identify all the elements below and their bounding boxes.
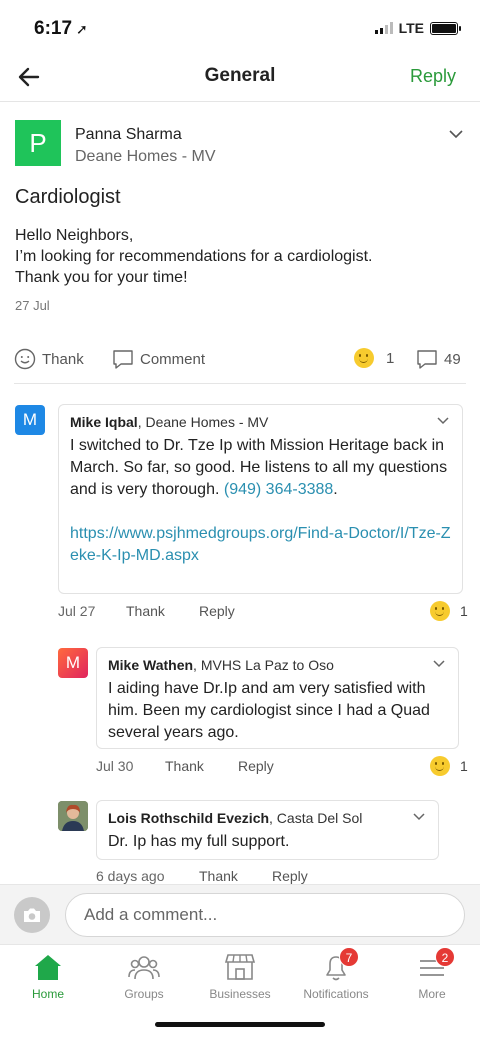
comment-bubble: Mike Iqbal, Deane Homes - MV I switched …	[58, 404, 463, 594]
comment-reaction-count: 1	[460, 758, 468, 774]
groups-icon	[127, 951, 161, 983]
smiley-reaction-icon	[354, 348, 374, 368]
comment-author-neighborhood: , Casta Del Sol	[269, 810, 363, 826]
status-bar: 6:17 ➚ LTE	[0, 0, 480, 56]
reply-button[interactable]: Reply	[410, 66, 456, 87]
comment-reply-button[interactable]: Reply	[199, 603, 235, 619]
commenter-avatar[interactable]: M	[58, 648, 88, 678]
person-photo-icon	[58, 801, 88, 831]
comment-author-neighborhood: , Deane Homes - MV	[137, 414, 269, 430]
commenter-avatar-photo[interactable]	[58, 801, 88, 831]
comment-reply-button[interactable]: Reply	[272, 868, 308, 884]
post-title: Cardiologist	[15, 186, 121, 208]
post-actions: Thank Comment 1 49	[14, 342, 466, 384]
chevron-down-icon[interactable]	[432, 657, 446, 671]
comment-count-value: 49	[444, 350, 461, 368]
comment-meta: Jul 27 Thank Reply	[58, 603, 235, 619]
battery-icon	[430, 21, 461, 35]
tab-label: More	[418, 987, 446, 1001]
thank-button[interactable]: Thank	[14, 348, 84, 370]
comment-text: Dr. Ip has my full support.	[108, 833, 290, 850]
comment-author-line: Lois Rothschild Evezich, Casta Del Sol	[108, 809, 427, 827]
post-body: Hello Neighbors, I’m looking for recomme…	[15, 227, 373, 286]
chevron-down-icon[interactable]	[448, 126, 464, 142]
comment-author-name[interactable]: Lois Rothschild Evezich	[108, 810, 269, 826]
status-time: 6:17 ➚	[34, 18, 88, 40]
tab-more[interactable]: 2 More	[384, 947, 480, 1001]
comment-author-name[interactable]: Mike Wathen	[108, 657, 193, 673]
smiley-outline-icon	[14, 348, 36, 370]
comment-composer	[0, 884, 480, 944]
chevron-down-icon[interactable]	[412, 810, 426, 824]
bell-icon: 7	[319, 947, 359, 983]
comment-reactions[interactable]: 1	[430, 756, 468, 776]
comment-bubble: Mike Wathen, MVHS La Paz to Oso I aiding…	[96, 647, 459, 749]
smiley-reaction-icon	[430, 601, 450, 621]
page-title: General	[204, 65, 276, 86]
tab-home[interactable]: Home	[0, 951, 96, 1001]
tab-notifications[interactable]: 7 Notifications	[288, 947, 384, 1001]
comment-author-neighborhood: , MVHS La Paz to Oso	[193, 657, 334, 673]
comment-meta: Jul 30 Thank Reply	[96, 758, 274, 774]
more-badge: 2	[435, 947, 455, 967]
comment-thank-button[interactable]: Thank	[165, 758, 238, 774]
phone-link[interactable]: (949) 364-3388	[224, 481, 333, 498]
reaction-summary[interactable]: 1	[354, 348, 394, 368]
comment-bubble-icon	[113, 350, 133, 369]
tab-groups[interactable]: Groups	[96, 951, 192, 1001]
commenter-avatar[interactable]: M	[15, 405, 45, 435]
tab-businesses[interactable]: Businesses	[192, 951, 288, 1001]
post-date: 27 Jul	[15, 298, 50, 313]
comment-button[interactable]: Comment	[112, 348, 205, 370]
thank-label: Thank	[42, 350, 84, 368]
storefront-icon	[223, 951, 257, 983]
comment-bubble-icon	[417, 350, 437, 369]
comment-date: Jul 27	[58, 603, 96, 619]
network-label: LTE	[398, 20, 424, 36]
post-author-neighborhood: Deane Homes - MV	[75, 148, 216, 165]
comment-date: 6 days ago	[96, 868, 165, 884]
comment-text: I aiding have Dr.Ip and am very satisfie…	[108, 680, 430, 741]
comment-reactions[interactable]: 1	[430, 601, 468, 621]
camera-icon[interactable]	[14, 897, 50, 933]
location-arrow-icon: ➚	[76, 21, 88, 37]
home-indicator	[155, 1022, 325, 1027]
chevron-down-icon[interactable]	[436, 414, 450, 428]
tab-label: Groups	[124, 987, 164, 1001]
comment-reaction-count: 1	[460, 603, 468, 619]
comment-bubble: Lois Rothschild Evezich, Casta Del Sol D…	[96, 800, 439, 860]
comment-count[interactable]: 49	[416, 348, 461, 370]
tab-label: Home	[31, 987, 64, 1001]
status-indicators: LTE	[374, 20, 461, 36]
post-author-name[interactable]: Panna Sharma	[75, 126, 182, 144]
comment-thank-button[interactable]: Thank	[126, 603, 199, 619]
home-icon	[31, 951, 65, 983]
reaction-count: 1	[386, 349, 395, 367]
header-bar: General Reply	[0, 56, 480, 102]
comment-label: Comment	[140, 350, 206, 368]
comment-author-line: Mike Iqbal, Deane Homes - MV	[70, 413, 451, 431]
comment-thank-button[interactable]: Thank	[199, 868, 272, 884]
comment-punctuation: .	[333, 481, 338, 498]
notification-badge: 7	[339, 947, 359, 967]
comment-reply-button[interactable]: Reply	[238, 758, 274, 774]
smiley-reaction-icon	[430, 756, 450, 776]
comment-date: Jul 30	[96, 758, 134, 774]
tab-label: Notifications	[303, 987, 369, 1001]
author-avatar[interactable]: P	[15, 120, 61, 166]
url-link[interactable]: https://www.psjhmedgroups.org/Find-a-Doc…	[70, 523, 451, 567]
comment-text: I switched to Dr. Tze Ip with Mission He…	[70, 435, 451, 501]
comment-author-line: Mike Wathen, MVHS La Paz to Oso	[108, 656, 447, 674]
menu-icon: 2	[415, 947, 455, 983]
comment-input[interactable]	[65, 893, 465, 937]
comment-author-name[interactable]: Mike Iqbal	[70, 414, 138, 430]
time-text: 6:17	[34, 18, 73, 39]
comment-meta: 6 days ago Thank Reply	[96, 868, 308, 884]
signal-icon	[374, 22, 393, 34]
tab-label: Businesses	[209, 987, 271, 1001]
